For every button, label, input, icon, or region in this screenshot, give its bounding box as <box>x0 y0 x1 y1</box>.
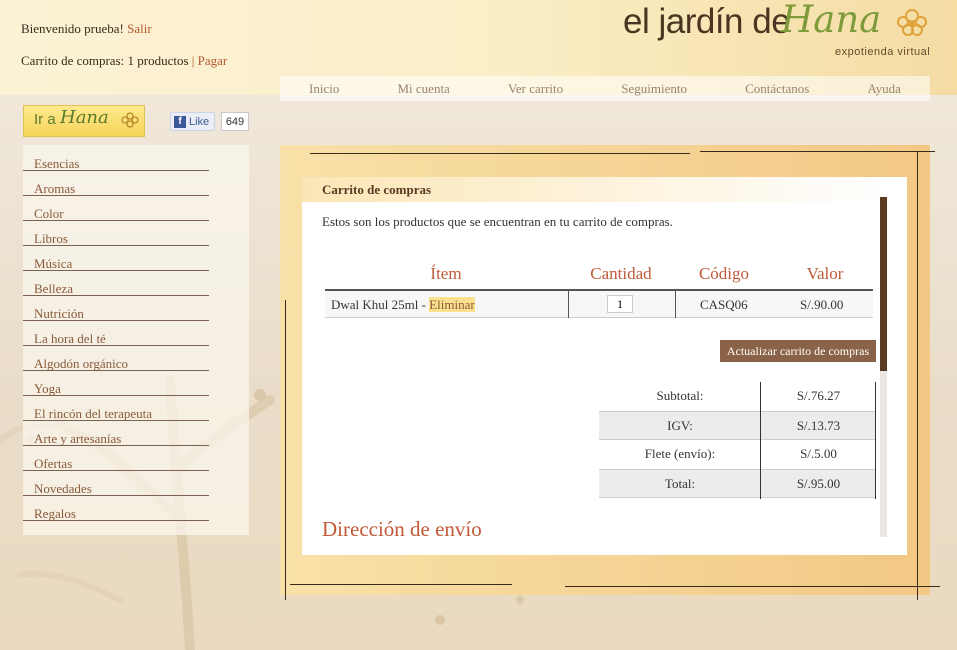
sidebar-item-arte-artesanias[interactable]: Arte y artesanías <box>23 420 209 446</box>
site-logo[interactable]: el jardín de Hana expotienda virtual <box>623 0 943 62</box>
facebook-like-button[interactable]: f Like <box>170 112 215 131</box>
igv-row: IGV: S/.13.73 <box>599 411 876 440</box>
pay-link[interactable]: Pagar <box>198 53 228 68</box>
facebook-like-count: 649 <box>221 112 249 131</box>
ir-a-hana-button[interactable]: Ir a Hana <box>23 105 145 137</box>
sidebar-item-aromas[interactable]: Aromas <box>23 170 209 196</box>
decorative-rule <box>310 153 690 154</box>
cart-separator: | <box>191 53 195 68</box>
column-header-value: Valor <box>806 264 844 283</box>
shipping-address-heading: Dirección de envío <box>322 517 482 541</box>
cart-panel-header: Carrito de compras <box>302 177 887 202</box>
sidebar-item-novedades[interactable]: Novedades <box>23 470 209 496</box>
column-header-quantity: Cantidad <box>590 264 652 283</box>
category-sidebar: Esencias Aromas Color Libros Música Bell… <box>23 145 249 535</box>
subtotal-value: S/.76.27 <box>796 388 841 403</box>
nav-inicio[interactable]: Inicio <box>309 81 339 97</box>
table-row: Dwal Khul 25ml - Eliminar CASQ06 S/.90.0… <box>325 289 873 318</box>
sidebar-item-ofertas[interactable]: Ofertas <box>23 445 209 471</box>
quantity-input[interactable] <box>607 295 633 313</box>
product-name: Dwal Khul 25ml - <box>331 297 426 312</box>
sidebar-item-rincon-terapeuta[interactable]: El rincón del terapeuta <box>23 395 209 421</box>
shipping-value: S/.5.00 <box>800 446 837 461</box>
total-row: Total: S/.95.00 <box>599 469 876 498</box>
nav-mi-cuenta[interactable]: Mi cuenta <box>397 81 449 97</box>
sidebar-item-musica[interactable]: Música <box>23 245 209 271</box>
column-header-item: Ítem <box>430 264 462 283</box>
sidebar-item-algodon-organico[interactable]: Algodón orgánico <box>23 345 209 371</box>
shipping-label: Flete (envío): <box>644 446 716 461</box>
logo-script-text: Hana <box>781 0 882 41</box>
subtotal-label: Subtotal: <box>656 388 704 403</box>
subtotal-row: Subtotal: S/.76.27 <box>599 382 876 411</box>
logo-subtitle: expotienda virtual <box>835 46 931 58</box>
sidebar-item-esencias[interactable]: Esencias <box>23 145 209 171</box>
remove-item-link[interactable]: Eliminar <box>429 297 475 312</box>
total-label: Total: <box>664 476 696 491</box>
nav-ver-carrito[interactable]: Ver carrito <box>508 81 563 97</box>
sidebar-item-nutricion[interactable]: Nutrición <box>23 295 209 321</box>
scrollbar-thumb[interactable] <box>880 197 887 371</box>
nav-ayuda[interactable]: Ayuda <box>867 81 900 97</box>
igv-label: IGV: <box>667 418 693 433</box>
totals-divider <box>760 382 761 499</box>
nav-seguimiento[interactable]: Seguimiento <box>621 81 687 97</box>
flower-icon <box>897 9 927 36</box>
column-header-code: Código <box>698 264 750 283</box>
flower-icon <box>121 112 139 128</box>
shipping-row: Flete (envío): S/.5.00 <box>599 440 876 469</box>
product-code: CASQ06 <box>700 297 748 312</box>
decorative-rule <box>290 584 512 585</box>
cart-summary: Carrito de compras: 1 productos | Pagar <box>21 53 227 69</box>
logout-link[interactable]: Salir <box>127 21 152 36</box>
welcome-message: Bienvenido prueba! Salir <box>21 21 152 37</box>
total-value: S/.95.00 <box>796 476 841 491</box>
cart-panel: Carrito de compras Estos son los product… <box>302 177 907 555</box>
decorative-rule <box>565 586 940 587</box>
igv-value: S/.13.73 <box>796 418 841 433</box>
welcome-text: Bienvenido prueba! <box>21 21 124 36</box>
cart-intro-text: Estos son los productos que se encuentra… <box>322 214 673 229</box>
ir-a-hana-name: Hana <box>60 107 109 128</box>
sidebar-item-color[interactable]: Color <box>23 195 209 221</box>
sidebar-item-label: Regalos <box>34 506 76 521</box>
cart-summary-text: Carrito de compras: 1 productos <box>21 53 189 68</box>
nav-contactanos[interactable]: Contáctanos <box>745 81 809 97</box>
update-cart-button[interactable]: Actualizar carrito de compras <box>720 340 876 362</box>
ir-a-prefix: Ir a <box>34 111 56 128</box>
cell-divider <box>675 291 676 318</box>
facebook-like-label: Like <box>189 115 210 128</box>
cell-divider <box>568 291 569 318</box>
sidebar-item-hora-del-te[interactable]: La hora del té <box>23 320 209 346</box>
sidebar-item-yoga[interactable]: Yoga <box>23 370 209 396</box>
sidebar-item-regalos[interactable]: Regalos <box>23 495 209 521</box>
logo-main-text: el jardín de <box>623 2 791 41</box>
decorative-rule <box>700 151 935 152</box>
product-name-cell: Dwal Khul 25ml - Eliminar <box>331 297 475 313</box>
facebook-icon: f <box>174 115 186 128</box>
sidebar-item-libros[interactable]: Libros <box>23 220 209 246</box>
sidebar-item-belleza[interactable]: Belleza <box>23 270 209 296</box>
totals-divider <box>875 382 876 499</box>
main-navigation: Inicio Mi cuenta Ver carrito Seguimiento… <box>280 76 930 101</box>
decorative-rule <box>917 152 918 600</box>
product-value: S/.90.00 <box>800 297 844 312</box>
decorative-rule <box>285 300 286 600</box>
cart-panel-title: Carrito de compras <box>322 182 432 197</box>
